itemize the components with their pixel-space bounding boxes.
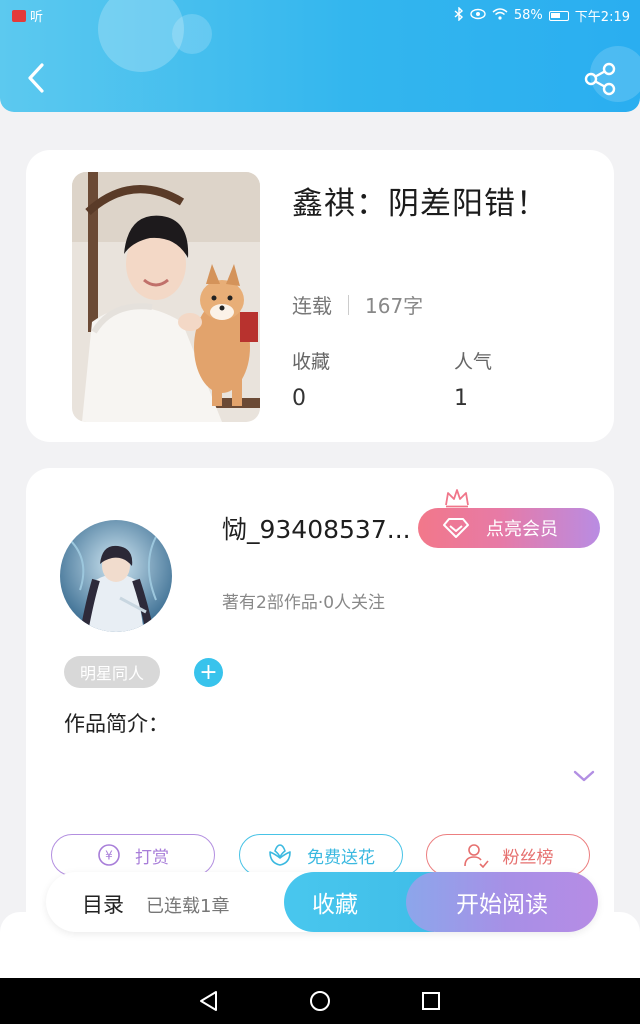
- intro-label: 作品简介：: [64, 712, 169, 736]
- free-flower-label: 免费送花: [307, 847, 375, 868]
- serial-status: 连载: [292, 294, 332, 318]
- author-card: 恸_93408537... 点亮会员 著有2部作品·0人关注 明星同人 + 作品…: [26, 468, 614, 938]
- nav-recents-icon[interactable]: [418, 988, 444, 1014]
- fans-rank-label: 粉丝榜: [502, 847, 554, 868]
- share-button[interactable]: [582, 60, 620, 98]
- author-sub-info: 著有2部作品·0人关注: [222, 593, 386, 613]
- expand-intro-button[interactable]: [572, 768, 596, 784]
- wifi-icon: [492, 7, 508, 24]
- author-avatar[interactable]: [60, 520, 172, 632]
- chevron-down-icon: [573, 770, 595, 782]
- word-count: 167字: [365, 294, 424, 318]
- app-notification-icon: [12, 9, 26, 22]
- share-icon: [584, 62, 616, 96]
- bluetooth-icon: [454, 5, 464, 25]
- status-bar: 听 58% 下午2:19: [0, 0, 640, 30]
- nav-back-icon[interactable]: [196, 988, 222, 1014]
- free-flower-button[interactable]: 免费送花: [239, 834, 403, 876]
- back-button[interactable]: [18, 56, 54, 100]
- diamond-icon: [443, 518, 469, 538]
- book-cover-image[interactable]: [72, 172, 260, 422]
- eye-icon: [470, 8, 486, 24]
- table-of-contents-button[interactable]: 目录: [82, 889, 124, 919]
- flower-icon: [269, 844, 291, 866]
- popularity-stat-label: 人气: [454, 351, 493, 373]
- plus-icon: +: [199, 659, 218, 685]
- battery-percent: 58%: [513, 8, 543, 23]
- tip-button[interactable]: ¥ 打赏: [51, 834, 215, 876]
- book-info-card: 鑫祺：阴差阳错！ 连载 167字 收藏 0 人气 1: [26, 150, 614, 442]
- status-time: 下午2:19: [574, 10, 630, 25]
- category-tag[interactable]: 明星同人: [64, 656, 160, 688]
- user-icon: [463, 844, 489, 868]
- book-meta: 连载 167字: [292, 290, 423, 319]
- fans-rank-button[interactable]: 粉丝榜: [426, 834, 590, 876]
- battery-icon: [548, 10, 569, 21]
- nav-home-icon[interactable]: [307, 988, 333, 1014]
- collect-stat-label: 收藏: [292, 351, 331, 373]
- tip-button-label: 打赏: [135, 847, 169, 868]
- vip-button[interactable]: 点亮会员: [418, 508, 600, 548]
- chevron-left-icon: [28, 63, 44, 93]
- vip-button-label: 点亮会员: [486, 519, 558, 540]
- yuan-coin-icon: ¥: [98, 844, 120, 866]
- system-nav-bar: [0, 978, 640, 1024]
- book-title: 鑫祺：阴差阳错！: [292, 186, 548, 222]
- bottom-action-bar: 目录 已连载1章 收藏 开始阅读: [46, 872, 598, 932]
- crown-icon: [445, 489, 469, 508]
- chapter-count: 已连载1章: [146, 896, 230, 917]
- svg-text:¥: ¥: [105, 849, 113, 863]
- start-reading-button[interactable]: 开始阅读: [406, 872, 598, 932]
- add-tag-button[interactable]: +: [194, 658, 223, 687]
- popularity-stat-value: 1: [454, 386, 468, 411]
- meta-divider: [348, 294, 349, 315]
- header: 听 58% 下午2:19: [0, 0, 640, 112]
- collect-stat-value: 0: [292, 386, 306, 411]
- status-left-label: 听: [30, 10, 44, 25]
- author-name[interactable]: 恸_93408537...: [222, 510, 411, 546]
